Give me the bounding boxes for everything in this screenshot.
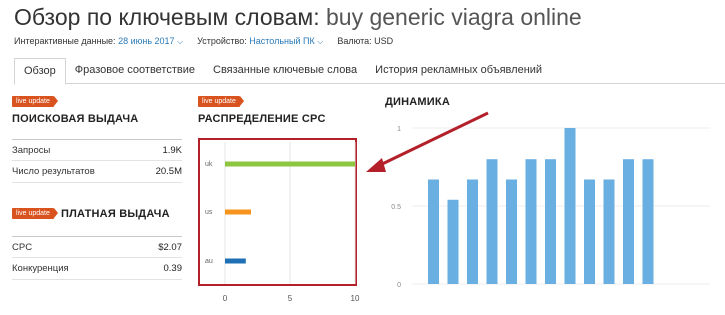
trend-bar bbox=[564, 128, 576, 284]
trend-bar bbox=[486, 159, 498, 284]
trend-bar bbox=[642, 159, 654, 284]
trend-bar bbox=[428, 179, 439, 284]
trend-bar bbox=[545, 159, 556, 284]
trend-bar bbox=[623, 159, 634, 284]
y-tick-label: 1 bbox=[397, 126, 401, 133]
trend-bar bbox=[467, 179, 478, 284]
y-tick-label: 0 bbox=[397, 282, 401, 289]
trend-bar bbox=[584, 179, 595, 284]
trend-bar bbox=[506, 179, 517, 284]
trend-bar bbox=[603, 179, 615, 284]
trend-bar bbox=[447, 199, 459, 284]
trend-chart: 00.51 bbox=[391, 126, 710, 289]
y-tick-label: 0.5 bbox=[391, 204, 401, 211]
trend-bar bbox=[525, 159, 537, 284]
